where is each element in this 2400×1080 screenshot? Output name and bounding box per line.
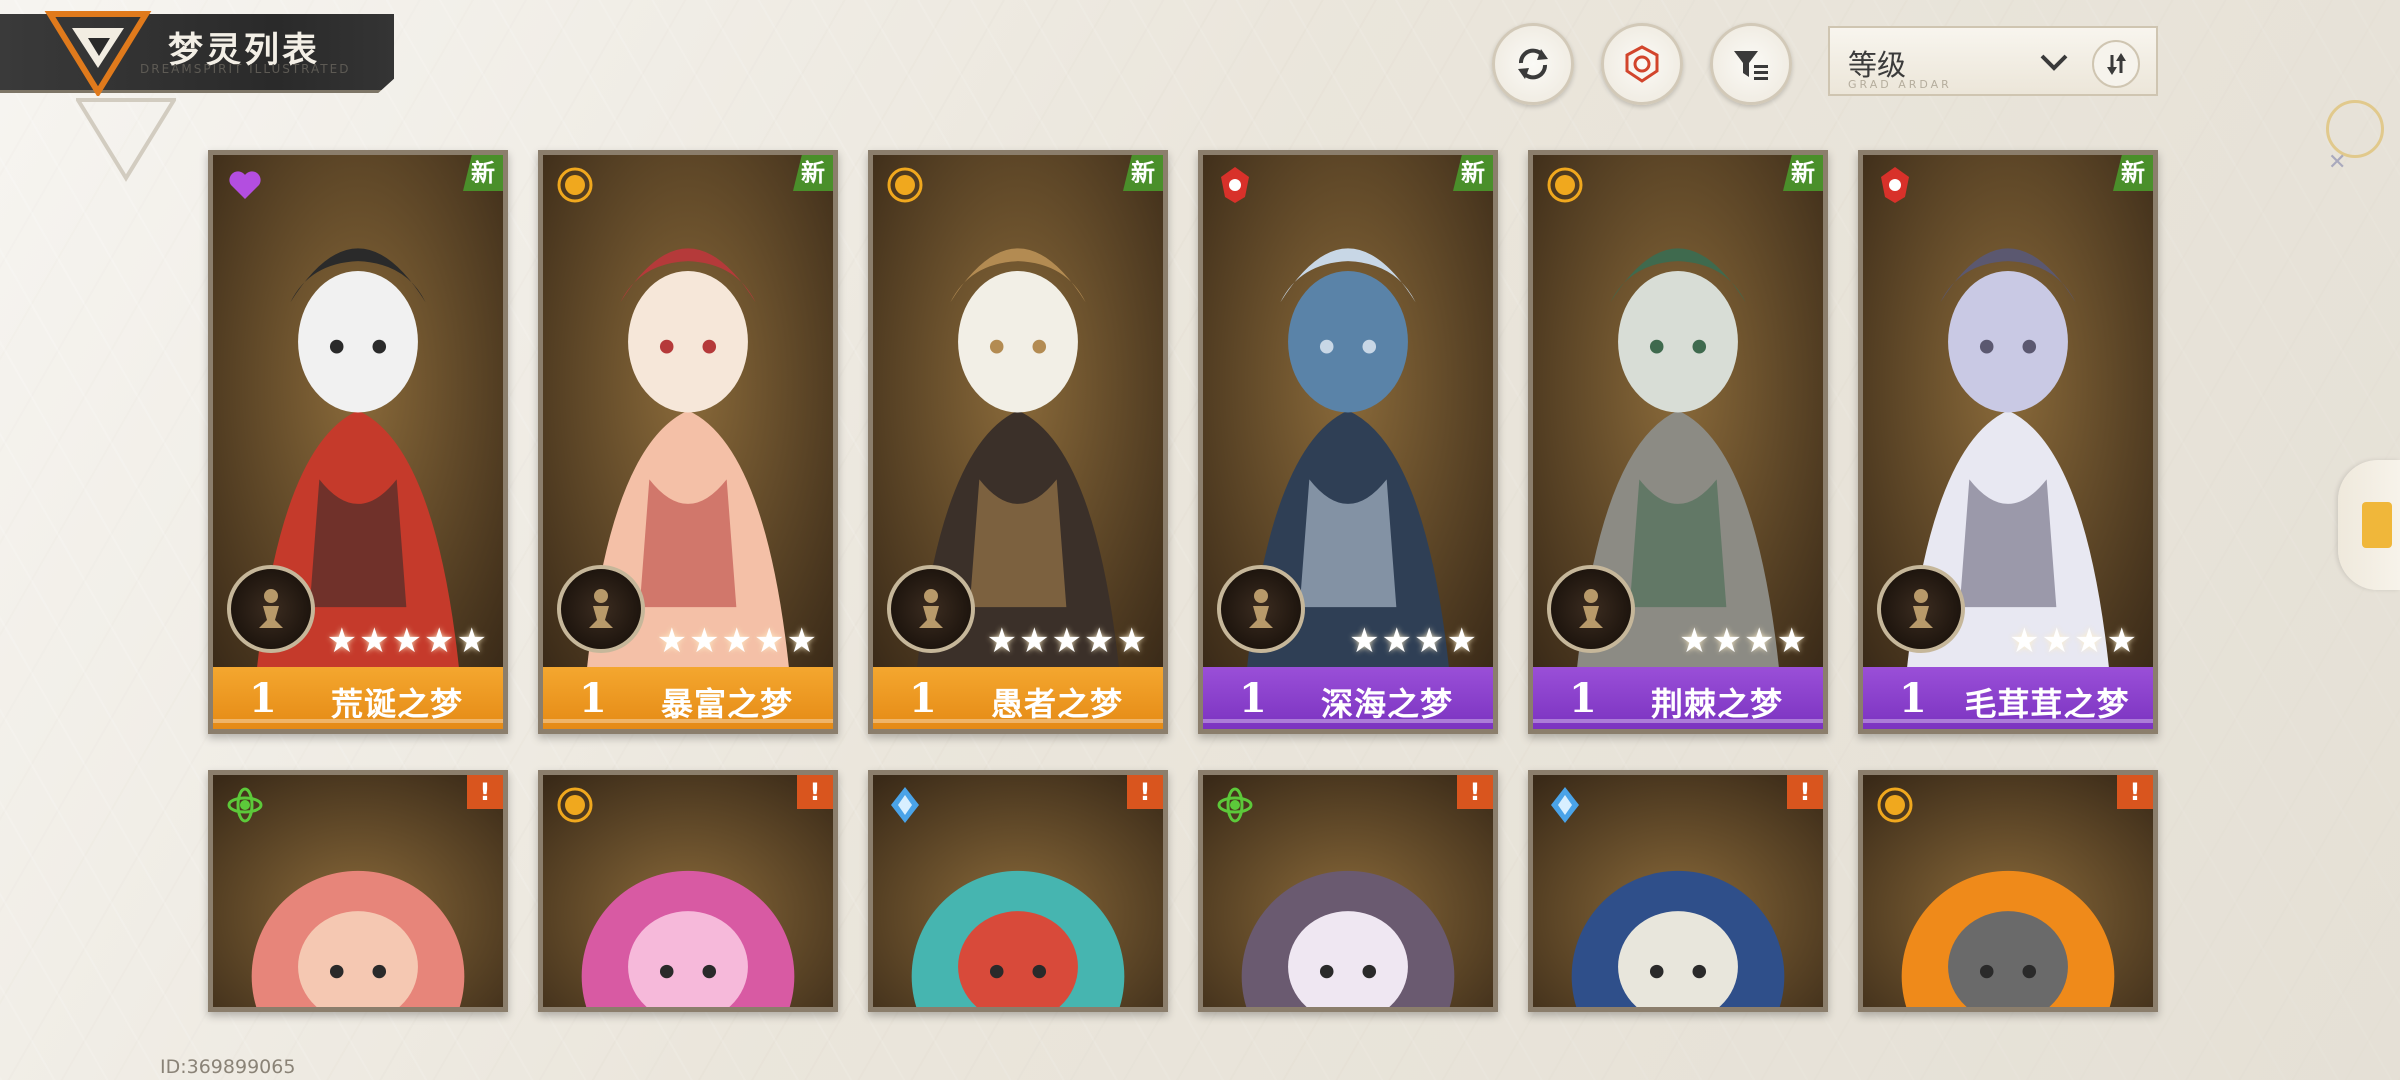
sort-dropdown[interactable]: 等级 GRAD ARDAR (1828, 26, 2158, 96)
rarity-stars: ★★★★ (2009, 621, 2139, 661)
sun-element-icon (1877, 787, 1913, 823)
dreamspirit-card[interactable]: ! (208, 770, 508, 1012)
sun-element-icon (1547, 167, 1583, 203)
pawn-icon (1547, 565, 1635, 653)
dreamspirit-card[interactable]: 新 ★★★★ 1 荆棘之梦 (1528, 150, 1828, 734)
refresh-icon (1518, 48, 1548, 80)
dreamspirit-card[interactable]: 新 ★★★★★ 1 暴富之梦 (538, 150, 838, 734)
side-drawer-handle[interactable] (2338, 460, 2400, 590)
card-level: 1 (1239, 675, 1267, 722)
card-level: 1 (909, 675, 937, 722)
rarity-stars: ★★★★★ (986, 621, 1149, 661)
target-button[interactable] (1601, 23, 1683, 105)
sun-element-icon (887, 167, 923, 203)
name-bar: 1 暴富之梦 (543, 667, 833, 729)
target-icon (1625, 45, 1659, 83)
name-bar: 1 深海之梦 (1203, 667, 1493, 729)
card-name: 荒诞之梦 (330, 685, 463, 723)
card-name: 毛茸茸之梦 (1964, 685, 2130, 723)
dreamspirit-card[interactable]: 新 ★★★★★ 1 荒诞之梦 (208, 150, 508, 734)
heart-element-icon (229, 171, 261, 199)
card-level: 1 (249, 675, 277, 722)
sun-element-icon (557, 167, 593, 203)
pawn-icon (557, 565, 645, 653)
user-id: ID:369899065 (160, 1056, 296, 1078)
rarity-stars: ★★★★ (1349, 621, 1479, 661)
card-name: 荆棘之梦 (1650, 685, 1783, 723)
card-level: 1 (579, 675, 607, 722)
dreamspirit-card[interactable]: 新 ★★★★★ 1 愚者之梦 (868, 150, 1168, 734)
refresh-button[interactable] (1492, 23, 1574, 105)
card-name: 暴富之梦 (660, 685, 793, 723)
dreamspirit-card[interactable]: ! (868, 770, 1168, 1012)
name-bar: 1 毛茸茸之梦 (1863, 667, 2153, 729)
atom-element-icon (1217, 787, 1253, 823)
pawn-icon (1217, 565, 1305, 653)
rarity-stars: ★★★★★ (326, 621, 489, 661)
alert-badge: ! (1457, 775, 1493, 809)
alert-badge: ! (2117, 775, 2153, 809)
pawn-icon (227, 565, 315, 653)
name-bar: 1 荒诞之梦 (213, 667, 503, 729)
dreamspirit-card[interactable]: 新 ★★★★ 1 深海之梦 (1198, 150, 1498, 734)
page-title-sub: DREAMSPIRIT ILLUSTRATED (140, 62, 351, 76)
fire-element-icon (1221, 167, 1249, 203)
alert-badge: ! (1127, 775, 1163, 809)
card-level: 1 (1899, 675, 1927, 722)
dreamspirit-card[interactable]: ! (1858, 770, 2158, 1012)
filter-button[interactable] (1710, 23, 1792, 105)
dreamspirit-card[interactable]: ! (1198, 770, 1498, 1012)
name-bar: 1 荆棘之梦 (1533, 667, 1823, 729)
sort-order-button[interactable] (2092, 40, 2140, 88)
decor-cross-icon: ✕ (2328, 150, 2347, 175)
back-logo-icon[interactable] (44, 10, 152, 96)
rarity-stars: ★★★★ (1679, 621, 1809, 661)
alert-badge: ! (467, 775, 503, 809)
drawer-tab-icon (2362, 502, 2392, 548)
decor-triangle-icon (76, 98, 176, 182)
fire-element-icon (1881, 167, 1909, 203)
dreamspirit-card[interactable]: 新 ★★★★ 1 毛茸茸之梦 (1858, 150, 2158, 734)
sun-element-icon (557, 787, 593, 823)
sort-sub-label: GRAD ARDAR (1848, 78, 1952, 91)
card-level: 1 (1569, 675, 1597, 722)
alert-badge: ! (1787, 775, 1823, 809)
chevron-down-icon (2040, 54, 2068, 71)
pawn-icon (1877, 565, 1965, 653)
dreamspirit-card[interactable]: ! (1528, 770, 1828, 1012)
name-bar: 1 愚者之梦 (873, 667, 1163, 729)
rarity-stars: ★★★★★ (656, 621, 819, 661)
sort-order-icon (2107, 53, 2126, 75)
pawn-icon (887, 565, 975, 653)
filter-icon (1734, 51, 1768, 80)
crystal-element-icon (891, 787, 919, 823)
atom-element-icon (227, 787, 263, 823)
card-name: 愚者之梦 (990, 685, 1123, 723)
dreamspirit-card[interactable]: ! (538, 770, 838, 1012)
card-name: 深海之梦 (1320, 685, 1453, 723)
crystal-element-icon (1551, 787, 1579, 823)
alert-badge: ! (797, 775, 833, 809)
